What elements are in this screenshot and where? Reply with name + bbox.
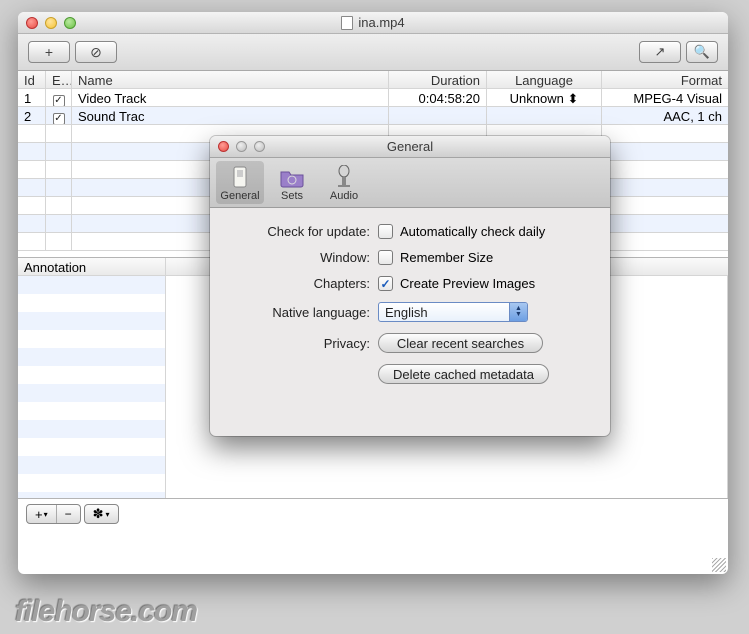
window-label: Window:: [230, 250, 378, 265]
privacy-label: Privacy:: [230, 336, 378, 351]
table-row[interactable]: 2 ✓ Sound Trac AAC, 1 ch: [18, 107, 728, 125]
search-icon: 🔍: [694, 44, 710, 60]
share-button[interactable]: ↗: [639, 41, 681, 63]
switch-icon: [226, 164, 254, 190]
titlebar: ina.mp4: [18, 12, 728, 34]
add-button[interactable]: +: [28, 41, 70, 63]
row-privacy: Privacy: Clear recent searches: [230, 333, 590, 353]
chapters-checkbox[interactable]: ✓: [378, 276, 393, 291]
toolbar: + ⊘ ↗ 🔍: [18, 34, 728, 71]
tab-label: Audio: [330, 190, 358, 202]
delete-metadata-button[interactable]: Delete cached metadata: [378, 364, 549, 384]
window-checkbox[interactable]: [378, 250, 393, 265]
clear-searches-button[interactable]: Clear recent searches: [378, 333, 543, 353]
checkbox-icon[interactable]: ✓: [53, 113, 65, 125]
watermark: filehorse.com: [15, 595, 197, 629]
window-title: ina.mp4: [18, 15, 728, 30]
col-format[interactable]: Format: [602, 71, 728, 88]
update-text: Automatically check daily: [400, 224, 545, 239]
row-update: Check for update: Automatically check da…: [230, 224, 590, 239]
window-text: Remember Size: [400, 250, 493, 265]
cell-enabled[interactable]: ✓: [46, 107, 72, 124]
preferences-dialog: General General Sets Audio Check for upd…: [210, 136, 610, 436]
tab-general[interactable]: General: [216, 161, 264, 204]
chevron-updown-icon: ▲▼: [509, 303, 527, 321]
dropdown-icon: ⬍: [567, 91, 578, 106]
cell-language[interactable]: Unknown ⬍: [487, 89, 602, 106]
dialog-body: Check for update: Automatically check da…: [210, 208, 610, 407]
gear-icon: ✽: [93, 506, 104, 522]
annotation-list[interactable]: [18, 276, 166, 498]
gear-seg: ✽▾: [84, 504, 119, 524]
track-table-header: Id E... Name Duration Language Format: [18, 71, 728, 89]
language-value: English: [385, 305, 428, 320]
tab-audio[interactable]: Audio: [320, 161, 368, 204]
chapters-label: Chapters:: [230, 276, 378, 291]
cell-id: 2: [18, 107, 46, 124]
cell-name: Sound Trac: [72, 107, 389, 124]
add-annotation-button[interactable]: +▾: [27, 505, 57, 523]
col-id[interactable]: Id: [18, 71, 46, 88]
search-button[interactable]: 🔍: [686, 41, 718, 63]
cell-language: [487, 107, 602, 124]
tab-label: General: [220, 190, 259, 202]
col-name[interactable]: Name: [72, 71, 389, 88]
cell-duration: 0:04:58:20: [389, 89, 487, 106]
gear-button[interactable]: ✽▾: [85, 505, 118, 523]
language-select[interactable]: English ▲▼: [378, 302, 528, 322]
update-label: Check for update:: [230, 224, 378, 239]
update-checkbox[interactable]: [378, 224, 393, 239]
tab-label: Sets: [281, 190, 303, 202]
tab-sets[interactable]: Sets: [268, 161, 316, 204]
folder-icon: [278, 164, 306, 190]
language-label: Native language:: [230, 305, 378, 320]
row-privacy2: Delete cached metadata: [230, 364, 590, 384]
dialog-titlebar: General: [210, 136, 610, 158]
dialog-toolbar: General Sets Audio: [210, 158, 610, 208]
share-icon: ↗: [655, 44, 666, 60]
annotation-col[interactable]: Annotation: [18, 258, 166, 275]
row-language: Native language: English ▲▼: [230, 302, 590, 322]
dialog-title: General: [210, 139, 610, 154]
cell-format: AAC, 1 ch: [602, 107, 728, 124]
col-enabled[interactable]: E...: [46, 71, 72, 88]
col-duration[interactable]: Duration: [389, 71, 487, 88]
mic-icon: [330, 164, 358, 190]
checkbox-icon[interactable]: ✓: [53, 95, 65, 107]
row-window: Window: Remember Size: [230, 250, 590, 265]
remove-annotation-button[interactable]: −: [57, 505, 80, 523]
file-icon: [341, 16, 353, 30]
col-language[interactable]: Language: [487, 71, 602, 88]
cell-name: Video Track: [72, 89, 389, 106]
row-chapters: Chapters: ✓ Create Preview Images: [230, 276, 590, 291]
cell-enabled[interactable]: ✓: [46, 89, 72, 106]
cell-format: MPEG-4 Visual: [602, 89, 728, 106]
window-title-text: ina.mp4: [358, 15, 404, 30]
footer-bar: +▾ − ✽▾: [18, 498, 728, 529]
cell-id: 1: [18, 89, 46, 106]
block-button[interactable]: ⊘: [75, 41, 117, 63]
chapters-text: Create Preview Images: [400, 276, 535, 291]
cell-duration: [389, 107, 487, 124]
add-remove-seg: +▾ −: [26, 504, 81, 524]
table-row[interactable]: 1 ✓ Video Track 0:04:58:20 Unknown ⬍ MPE…: [18, 89, 728, 107]
resize-grip-icon[interactable]: [712, 558, 726, 572]
